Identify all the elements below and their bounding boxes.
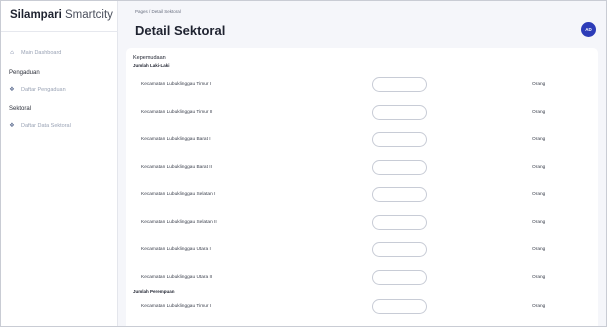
info-icon: ❖ (9, 87, 15, 93)
row-label: Kecamatan Lubuklinggau Selatan II (141, 219, 217, 225)
sidebar-group-pengaduan: Pengaduan (9, 70, 40, 76)
unit-label: Orang (532, 219, 546, 225)
sidebar-item-main-dashboard[interactable]: ⌂ Main Dashboard (9, 50, 61, 56)
row-label: Kecamatan Lubuklinggau Timur II (141, 109, 213, 115)
brand-name-bold: Silampari (10, 9, 62, 21)
sidebar-item-label: Daftar Pengaduan (21, 87, 66, 93)
group-title-female: Jumlah Perempuan (133, 289, 175, 294)
sidebar-item-daftar-data-sektoral[interactable]: ❖ Daftar Data Sektoral (9, 123, 71, 129)
avatar[interactable]: AD (581, 22, 596, 37)
sidebar-item-label: Daftar Data Sektoral (21, 123, 71, 129)
sidebar-divider (1, 31, 118, 32)
sidebar-group-sektoral: Sektoral (9, 106, 32, 112)
group-title-male: Jumlah Laki-Laki (133, 63, 170, 68)
row-label: Kecamatan Lubuklinggau Selatan I (141, 192, 216, 197)
value-input[interactable] (372, 159, 427, 175)
row-label: Kecamatan Lubuklinggau Utara I (141, 247, 211, 252)
sidebar-item-label: Main Dashboard (21, 50, 62, 56)
row-label: Kecamatan Lubuklinggau Timur I (141, 304, 212, 309)
value-input[interactable] (372, 299, 427, 314)
app-window: Silampari Smartcity ⌂ Main Dashboard Pen… (0, 0, 607, 327)
form-card (126, 48, 598, 326)
value-input[interactable] (372, 132, 427, 147)
row-label: Kecamatan Lubuklinggau Barat II (141, 164, 212, 170)
breadcrumb[interactable]: Pages / Detail Sektoral (135, 9, 181, 14)
value-input[interactable] (372, 104, 427, 120)
page-title: Detail Sektoral (135, 23, 226, 38)
sidebar-item-daftar-pengaduan[interactable]: ❖ Daftar Pengaduan (9, 87, 66, 93)
unit-label: Orang (532, 304, 546, 309)
unit-label: Orang (532, 82, 546, 87)
brand-logo[interactable]: Silampari Smartcity (10, 9, 113, 21)
value-input[interactable] (372, 187, 427, 202)
unit-label: Orang (532, 247, 546, 252)
unit-label: Orang (532, 109, 546, 115)
value-input[interactable] (372, 214, 427, 230)
row-label: Kecamatan Lubuklinggau Barat I (141, 137, 211, 142)
value-input[interactable] (372, 269, 427, 285)
value-input[interactable] (372, 77, 427, 92)
unit-label: Orang (532, 274, 546, 280)
row-label: Kecamatan Lubuklinggau Utara II (141, 274, 213, 280)
value-input[interactable] (372, 242, 427, 257)
unit-label: Orang (532, 164, 546, 170)
info-icon: ❖ (9, 123, 15, 129)
home-icon: ⌂ (10, 50, 14, 56)
sidebar: Silampari Smartcity ⌂ Main Dashboard Pen… (1, 1, 118, 326)
section-title: Kepemudaan (133, 55, 166, 61)
brand-name-light: Smartcity (64, 9, 113, 21)
unit-label: Orang (532, 137, 546, 142)
row-label: Kecamatan Lubuklinggau Timur I (141, 82, 212, 87)
unit-label: Orang (532, 192, 546, 197)
